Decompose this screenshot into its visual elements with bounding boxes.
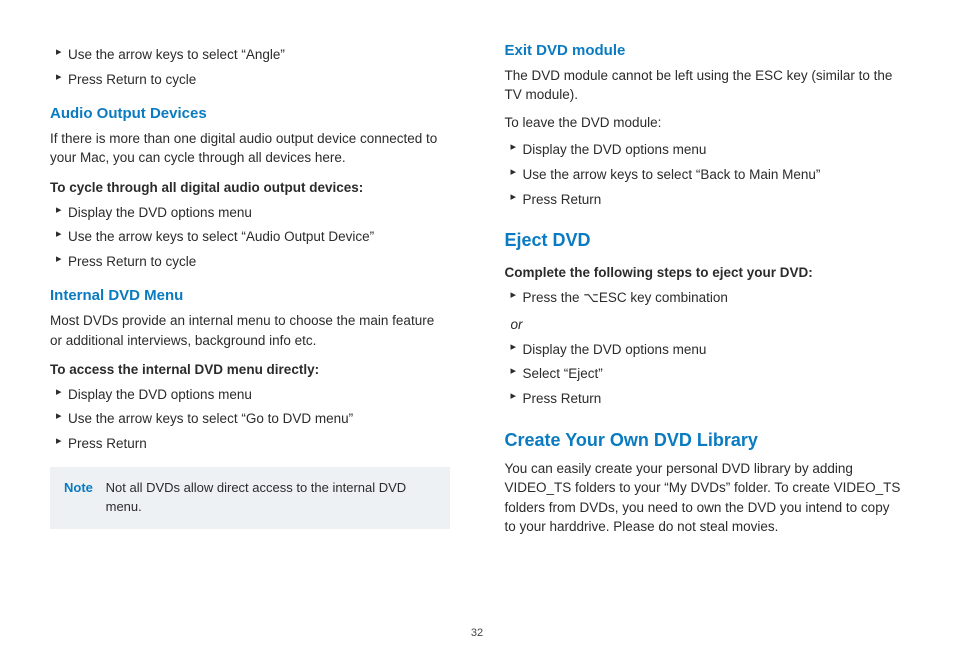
list-item: Display the DVD options menu xyxy=(505,340,905,360)
list-item: Press Return to cycle xyxy=(50,252,450,272)
list-item: Use the arrow keys to select “Back to Ma… xyxy=(505,165,905,185)
angle-steps: Use the arrow keys to select “Angle” Pre… xyxy=(50,45,450,89)
list-item: Use the arrow keys to select “Angle” xyxy=(50,45,450,65)
list-item: Use the arrow keys to select “Audio Outp… xyxy=(50,227,450,247)
list-item: Select “Eject” xyxy=(505,364,905,384)
note-box: Note Not all DVDs allow direct access to… xyxy=(50,467,450,529)
body-text: The DVD module cannot be left using the … xyxy=(505,66,905,105)
step-suffix: ESC key combination xyxy=(599,290,728,305)
two-column-layout: Use the arrow keys to select “Angle” Pre… xyxy=(50,40,904,620)
note-label: Note xyxy=(64,479,102,498)
list-item: Press Return to cycle xyxy=(50,70,450,90)
list-item: Press Return xyxy=(505,389,905,409)
heading-create-dvd-library: Create Your Own DVD Library xyxy=(505,427,905,453)
list-item: Display the DVD options menu xyxy=(505,140,905,160)
or-separator: or xyxy=(511,315,905,335)
body-text: You can easily create your personal DVD … xyxy=(505,459,905,537)
option-key-icon: ⌥ xyxy=(583,290,599,305)
intro-plain: To leave the DVD module: xyxy=(505,113,905,133)
heading-audio-output-devices: Audio Output Devices xyxy=(50,103,450,125)
heading-eject-dvd: Eject DVD xyxy=(505,227,905,253)
heading-internal-dvd-menu: Internal DVD Menu xyxy=(50,285,450,307)
eject-step-a: Press the ⌥ESC key combination xyxy=(505,288,905,308)
step-prefix: Press the xyxy=(523,290,584,305)
body-text: If there is more than one digital audio … xyxy=(50,129,450,168)
heading-exit-dvd-module: Exit DVD module xyxy=(505,40,905,62)
list-item: Display the DVD options menu xyxy=(50,385,450,405)
intro-bold: To access the internal DVD menu directly… xyxy=(50,360,450,380)
list-item: Use the arrow keys to select “Go to DVD … xyxy=(50,409,450,429)
note-text: Not all DVDs allow direct access to the … xyxy=(106,479,434,517)
intro-bold: Complete the following steps to eject yo… xyxy=(505,263,905,283)
body-text: Most DVDs provide an internal menu to ch… xyxy=(50,311,450,350)
list-item: Display the DVD options menu xyxy=(50,203,450,223)
list-item: Press the ⌥ESC key combination xyxy=(505,288,905,308)
page-number: 32 xyxy=(50,626,904,642)
list-item: Press Return xyxy=(505,190,905,210)
internal-menu-steps: Display the DVD options menu Use the arr… xyxy=(50,385,450,454)
eject-steps-b: Display the DVD options menu Select “Eje… xyxy=(505,340,905,409)
exit-steps: Display the DVD options menu Use the arr… xyxy=(505,140,905,209)
audio-steps: Display the DVD options menu Use the arr… xyxy=(50,203,450,272)
list-item: Press Return xyxy=(50,434,450,454)
intro-bold: To cycle through all digital audio outpu… xyxy=(50,178,450,198)
